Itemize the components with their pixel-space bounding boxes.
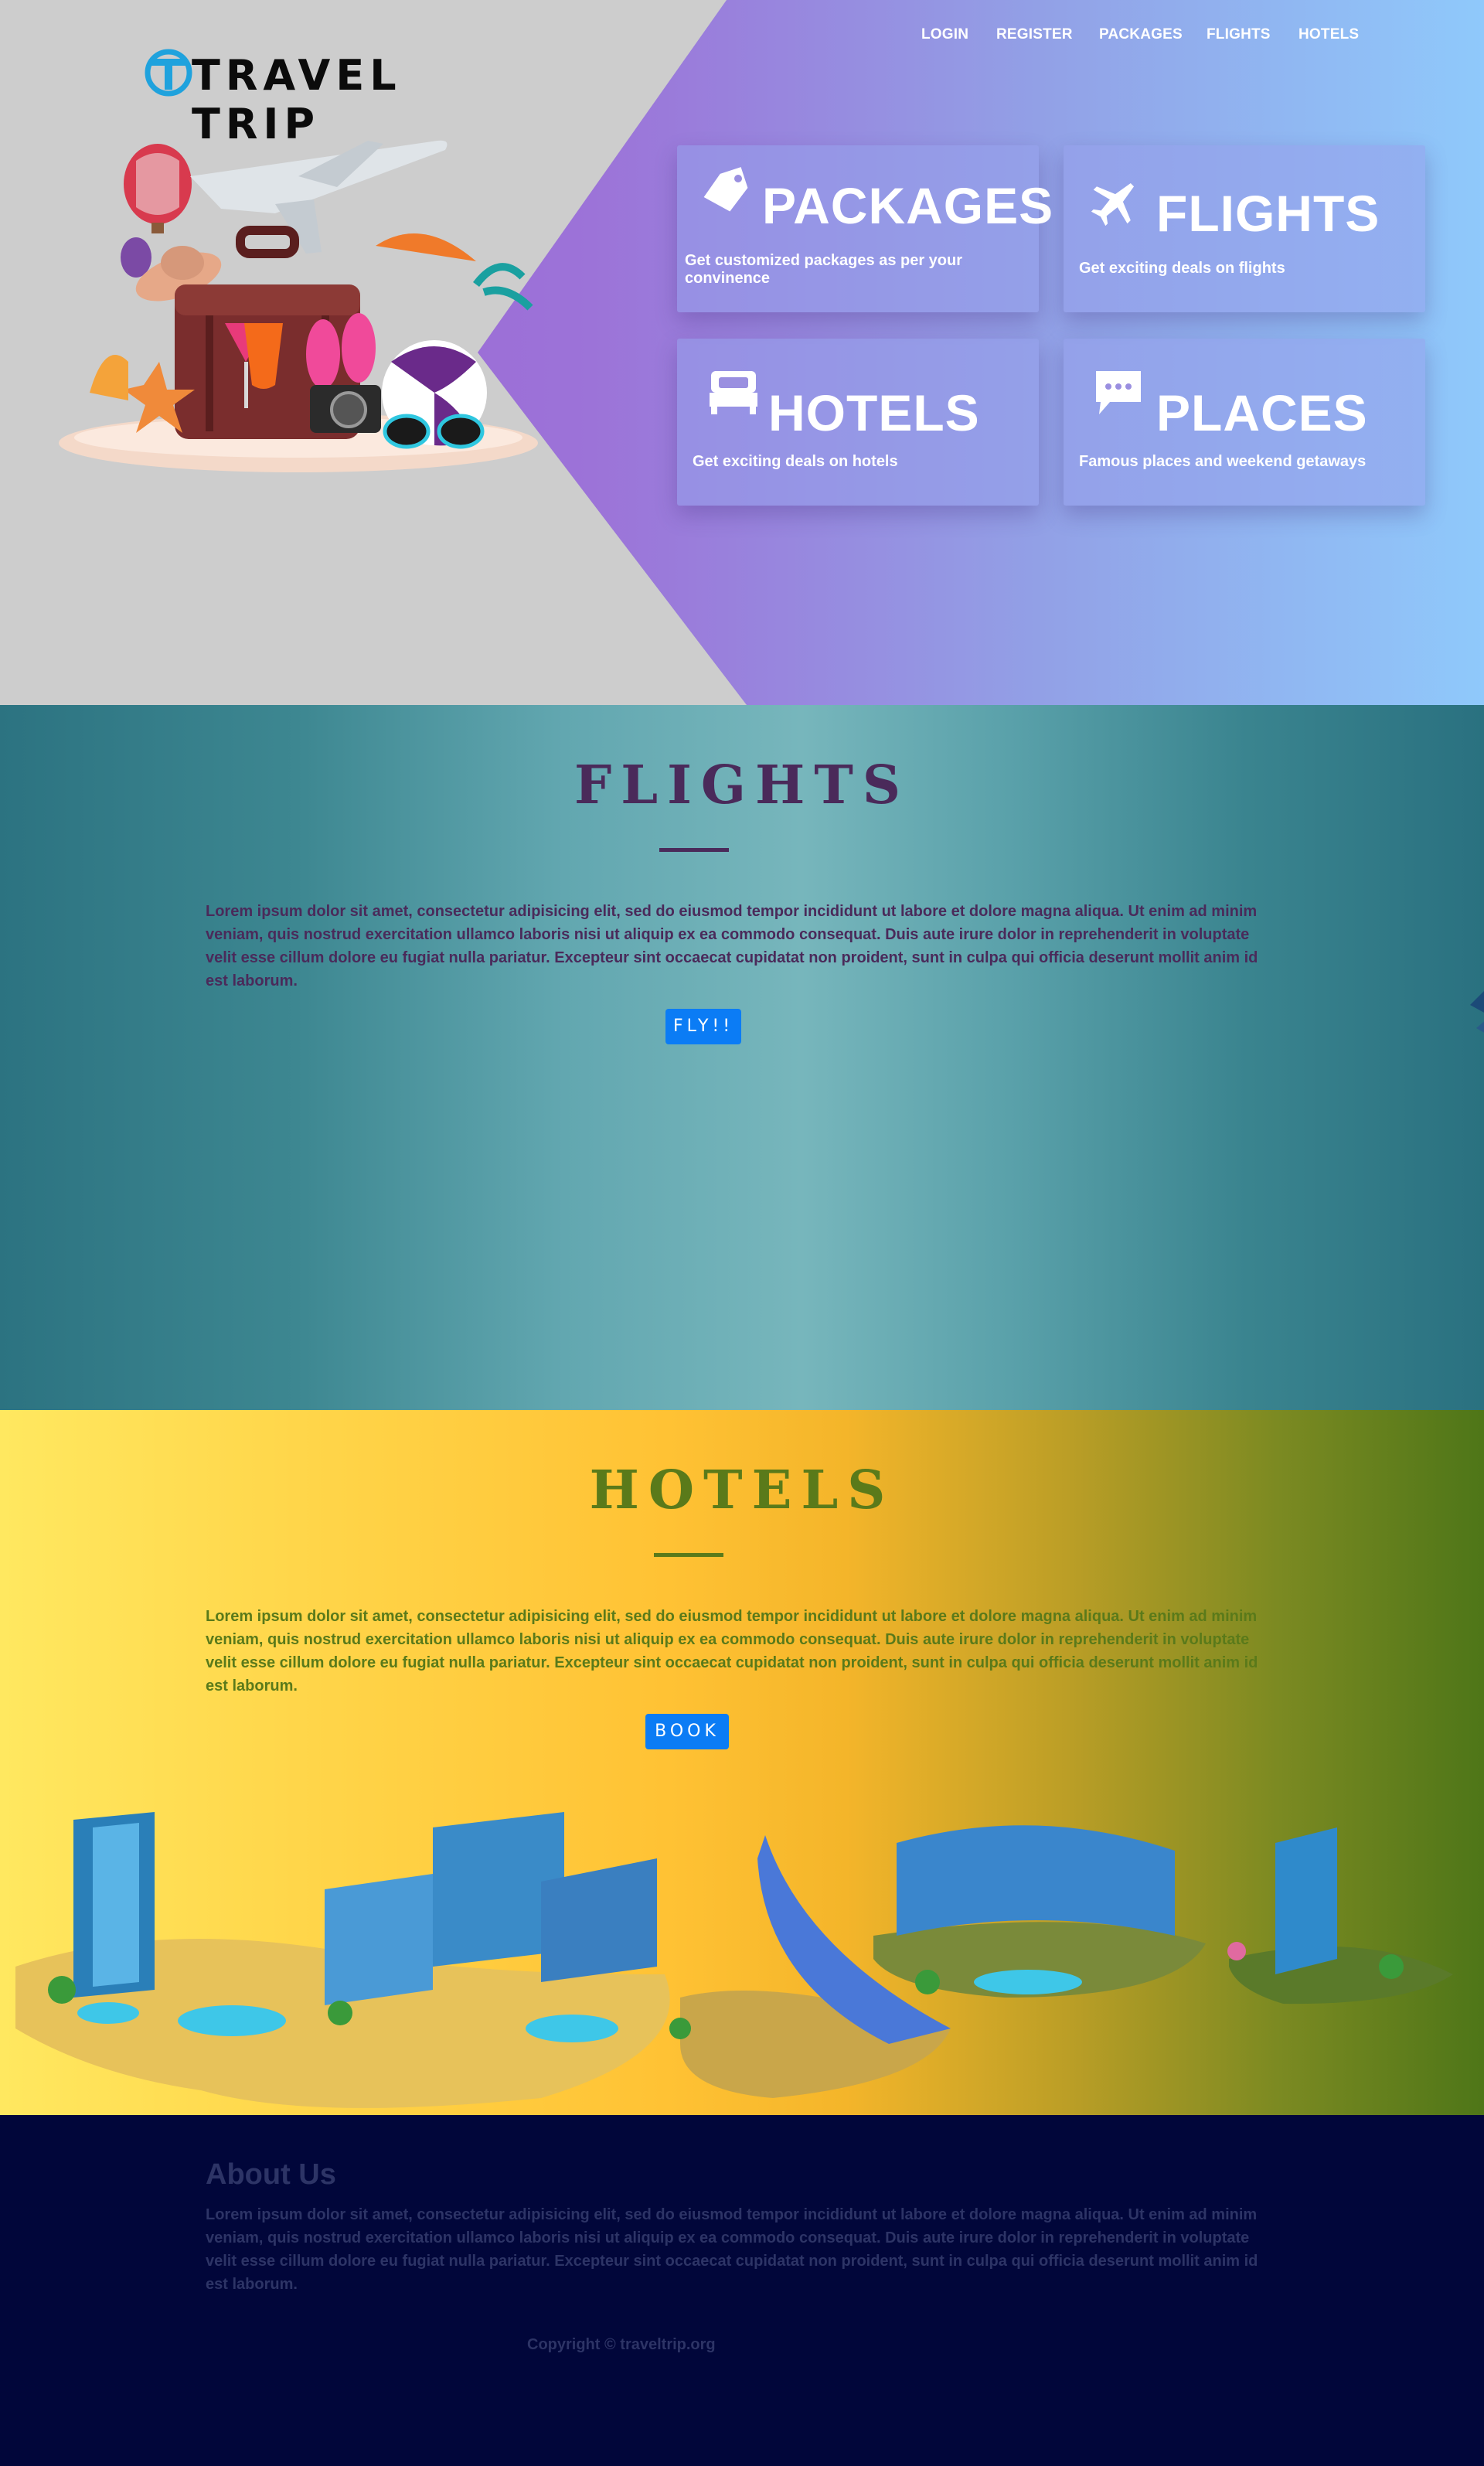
hotels-section: HOTELS Lorem ipsum dolor sit amet, conse… xyxy=(0,1410,1484,2115)
airplane-icon xyxy=(1091,182,1135,227)
card-flights-title: FLIGHTS xyxy=(1156,185,1380,242)
tag-icon xyxy=(703,167,748,212)
about-us-title: About Us xyxy=(206,2158,336,2191)
card-packages-desc: Get customized packages as per your conv… xyxy=(685,252,963,287)
card-hotels-title: HOTELS xyxy=(768,384,980,441)
nav-hotels-link[interactable]: HOTELS xyxy=(1298,26,1359,43)
card-flights[interactable]: FLIGHTS Get exciting deals on flights xyxy=(1064,145,1425,312)
about-us-body: Lorem ipsum dolor sit amet, consectetur … xyxy=(206,2206,1258,2293)
card-hotels-desc: Get exciting deals on hotels xyxy=(693,453,898,470)
card-places-desc: Famous places and weekend getaways xyxy=(1079,453,1367,470)
fly-button[interactable]: FLY!! xyxy=(665,1009,741,1044)
card-hotels[interactable]: HOTELS Get exciting deals on hotels xyxy=(677,339,1039,506)
book-button[interactable]: BOOK xyxy=(645,1714,729,1749)
nav-flights-link[interactable]: FLIGHTS xyxy=(1207,26,1271,43)
chat-icon xyxy=(1096,371,1141,414)
logo-mark-icon xyxy=(145,49,192,97)
hotels-body-text: Lorem ipsum dolor sit amet, consectetur … xyxy=(206,1608,1258,1695)
travel-suitcase-beach-illustration xyxy=(59,140,538,472)
hotels-title: HOTELS xyxy=(589,1460,895,1521)
nav-packages-link[interactable]: PACKAGES xyxy=(1099,26,1183,43)
resort-islands-illustration xyxy=(15,1812,1453,2108)
card-packages-title: PACKAGES xyxy=(762,177,1054,234)
bed-icon xyxy=(710,371,757,414)
card-packages[interactable]: PACKAGES Get customized packages as per … xyxy=(677,145,1053,312)
footer: About Us Lorem ipsum dolor sit amet, con… xyxy=(0,2115,1484,2466)
copyright-text: Copyright © traveltrip.org xyxy=(527,2336,716,2353)
site-logo[interactable]: TRAVEL TRIP xyxy=(144,46,484,148)
flights-section: FLIGHTS Lorem ipsum dolor sit amet, cons… xyxy=(0,705,1484,1410)
flights-body-text: Lorem ipsum dolor sit amet, consectetur … xyxy=(206,903,1258,989)
hotels-title-divider xyxy=(654,1553,723,1557)
flights-title: FLIGHTS xyxy=(574,754,910,816)
airplane-icon xyxy=(1470,991,1484,1033)
card-places[interactable]: PLACES Famous places and weekend getaway… xyxy=(1064,339,1425,506)
nav-login-link[interactable]: LOGIN xyxy=(921,26,968,43)
nav-register-link[interactable]: REGISTER xyxy=(996,26,1073,43)
flights-title-divider xyxy=(659,848,729,852)
card-flights-desc: Get exciting deals on flights xyxy=(1079,260,1285,277)
card-places-title: PLACES xyxy=(1156,384,1368,441)
hero-section: LOGIN REGISTER PACKAGES FLIGHTS HOTELS T… xyxy=(0,0,1484,705)
